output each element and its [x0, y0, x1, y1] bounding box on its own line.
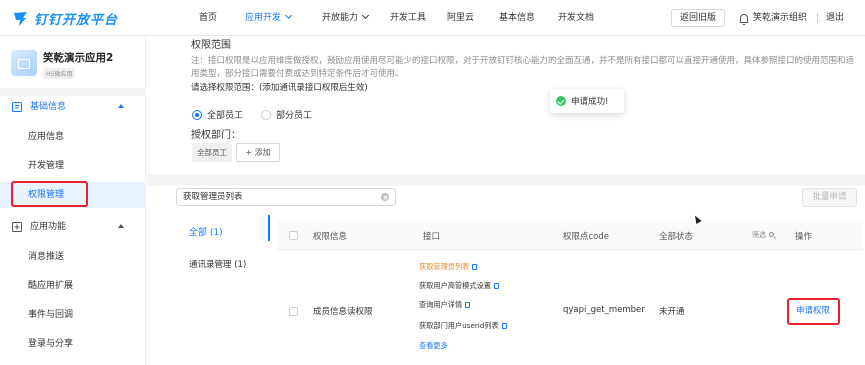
header-status: 全部状态	[659, 232, 694, 242]
category-contacts[interactable]: 通讯录管理 (1)	[189, 258, 246, 270]
app-name: 笑乾演示应用2	[43, 52, 114, 64]
info-icon	[12, 102, 22, 112]
search-icon	[769, 232, 774, 237]
nav-basic-info[interactable]: 基本信息	[499, 0, 535, 36]
row-checkbox[interactable]	[289, 307, 298, 316]
app-icon	[11, 50, 37, 76]
header-perm-info: 权限信息	[313, 232, 348, 242]
row-perm-info: 成员信息读权限	[313, 307, 373, 317]
scope-note: 注：接口权限是以应用维度做授权，鼓励应用使用尽可能少的接口权限，对于开放钉钉核心…	[191, 56, 855, 79]
dingtalk-logo-icon	[14, 11, 27, 26]
sidebar-item-events-callbacks[interactable]: 事件与回调	[0, 302, 145, 328]
sidebar-item-dev-manage[interactable]: 开发管理	[0, 153, 145, 179]
permission-table: 权限信息 接口 权限点code 全部状态 筛选 操作	[277, 221, 863, 365]
chevron-down-icon	[284, 11, 293, 20]
category-active-indicator	[268, 215, 270, 241]
chevron-up-icon	[118, 104, 124, 108]
doc-icon	[501, 323, 507, 329]
clear-icon[interactable]	[381, 193, 389, 201]
check-circle-icon	[556, 96, 566, 106]
toast-message: 申请成功!	[571, 97, 609, 107]
view-more-link[interactable]: 查看更多	[419, 341, 448, 351]
success-toast: 申请成功!	[550, 89, 624, 113]
doc-icon	[472, 264, 478, 270]
nav-aliyun[interactable]: 阿里云	[447, 0, 474, 36]
sidebar-item-message-push[interactable]: 消息推送	[0, 244, 145, 270]
sidebar-group-basic-info[interactable]: 基础信息	[0, 96, 146, 118]
brand-name: 钉钉开放平台	[34, 13, 119, 28]
nav-home[interactable]: 首页	[199, 0, 217, 36]
nav-dev-docs[interactable]: 开发文档	[558, 0, 594, 36]
sidebar-item-login-share[interactable]: 登录与分享	[0, 331, 145, 357]
radio-partial-staff-label[interactable]: 部分员工	[276, 108, 312, 121]
sidebar: 笑乾演示应用2 H5微应用 基础信息 应用信息 开发管理 权限管理 应用功能 消…	[0, 36, 146, 365]
divider	[817, 13, 818, 23]
app-feature-icon	[12, 222, 22, 232]
bell-icon	[740, 13, 748, 25]
org-name: 笑乾演示组织	[753, 13, 808, 23]
header-action: 操作	[795, 232, 813, 242]
row-status: 未开通	[659, 307, 685, 317]
radio-partial-staff[interactable]	[261, 109, 272, 120]
back-to-old-button[interactable]: 返回旧版	[671, 9, 725, 27]
table-header: 权限信息 接口 权限点code 全部状态 筛选 操作	[277, 221, 863, 250]
select-all-checkbox[interactable]	[289, 231, 298, 240]
org-switcher[interactable]: 笑乾演示组织	[740, 0, 807, 36]
category-all[interactable]: 全部 (1)	[189, 225, 223, 238]
nav-open-capability[interactable]: 开放能力	[322, 0, 370, 36]
sidebar-item-app-info[interactable]: 应用信息	[0, 124, 145, 150]
sidebar-item-cool-app[interactable]: 酷应用扩展	[0, 273, 145, 299]
annotation-highlight-box	[787, 298, 840, 325]
top-navbar: 钉钉开放平台 首页 应用开发 开放能力 开发工具 阿里云 基本信息 开发文档 返…	[0, 0, 865, 36]
row-code: qyapi_get_member	[563, 305, 645, 315]
chevron-up-icon	[118, 224, 124, 228]
auth-dept-label: 授权部门：	[191, 130, 241, 141]
batch-apply-button[interactable]: 批量申请	[802, 188, 857, 207]
header-api: 接口	[423, 232, 441, 242]
dingtalk-logo[interactable]: 钉钉开放平台	[12, 9, 118, 28]
main-content: 权限范围 注：接口权限是以应用维度做授权，鼓励应用使用尽可能少的接口权限，对于开…	[147, 36, 865, 365]
api-link[interactable]: 获取部门用户userid列表	[419, 321, 507, 331]
logout-link[interactable]: 退出	[826, 0, 844, 36]
sidebar-group-app-features[interactable]: 应用功能	[0, 216, 146, 238]
add-dept-button[interactable]: + 添加	[236, 143, 280, 162]
status-filter[interactable]: 筛选	[752, 230, 774, 240]
radio-all-staff[interactable]	[192, 109, 202, 120]
category-panel: 全部 (1) 通讯录管理 (1)	[176, 213, 271, 365]
nav-app-dev[interactable]: 应用开发	[231, 0, 306, 36]
search-input[interactable]: 获取管理员列表	[176, 188, 396, 206]
nav-dev-tools[interactable]: 开发工具	[390, 0, 426, 36]
header-code: 权限点code	[563, 232, 609, 242]
divider	[147, 174, 865, 186]
doc-icon	[493, 283, 499, 289]
radio-all-staff-label[interactable]: 全部员工	[207, 108, 243, 121]
chevron-down-icon	[361, 11, 370, 20]
divider	[0, 88, 146, 96]
annotation-highlight-box	[11, 181, 88, 207]
doc-icon	[465, 302, 471, 308]
app-card: 笑乾演示应用2 H5微应用	[11, 46, 139, 84]
app-type-badge: H5微应用	[43, 68, 76, 79]
api-link[interactable]: 获取用户高管模式设置	[419, 281, 499, 291]
scope-title: 权限范围	[191, 40, 231, 51]
dept-tag: 全部员工	[192, 143, 232, 162]
scope-choose-label: 请选择权限范围：(添加通讯录接口权限后生效)	[191, 83, 368, 93]
api-link[interactable]: 查询用户详情	[419, 300, 471, 310]
api-link[interactable]: 获取管理员列表	[419, 262, 478, 272]
scope-radio-group: 全部员工 部分员工	[192, 108, 312, 121]
search-value: 获取管理员列表	[183, 192, 243, 202]
